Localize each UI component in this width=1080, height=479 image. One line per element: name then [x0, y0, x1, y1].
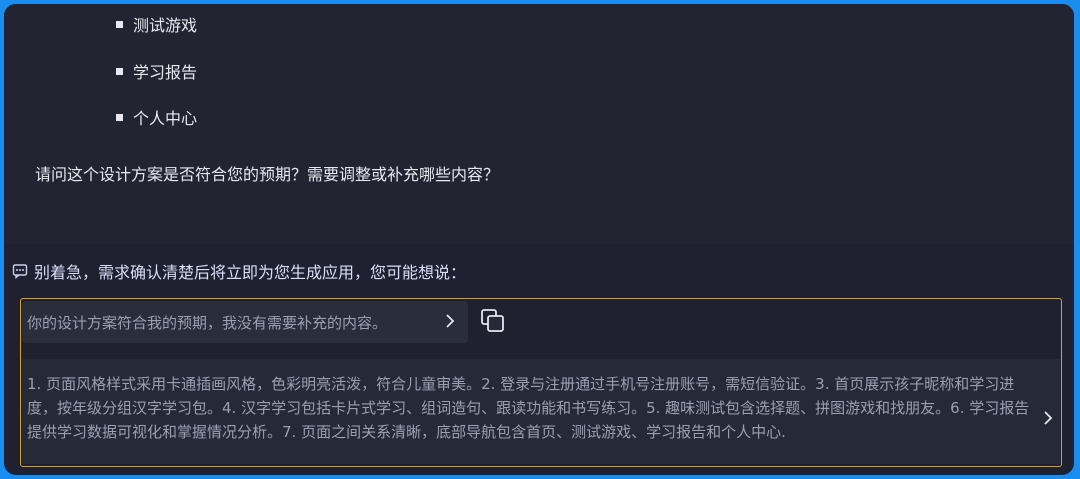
list-item: 个人中心	[116, 105, 197, 129]
chat-message: 测试游戏 学习报告 个人中心 请问这个设计方案是否符合您的预期？需要调整或补充哪…	[4, 4, 1074, 244]
chevron-right-icon	[446, 314, 455, 328]
chevron-right-icon	[1044, 411, 1053, 425]
suggestion-text: 你的设计方案符合我的预期，我没有需要补充的内容。	[27, 313, 388, 332]
app-window: 测试游戏 学习报告 个人中心 请问这个设计方案是否符合您的预期？需要调整或补充哪…	[4, 4, 1074, 475]
list-item: 测试游戏	[116, 12, 197, 36]
bullet-icon	[116, 21, 123, 28]
list-item: 学习报告	[116, 59, 197, 83]
suggestion-item[interactable]: 1. 页面风格样式采用卡通插画风格，色彩明亮活泼，符合儿童审美。2. 登录与注册…	[22, 359, 1060, 464]
chat-bubble-icon	[12, 264, 28, 279]
assistant-question: 请问这个设计方案是否符合您的预期？需要调整或补充哪些内容？	[35, 165, 500, 184]
list-item-text: 个人中心	[133, 109, 198, 128]
copy-icon[interactable]	[479, 307, 507, 335]
suggestions-panel: 你的设计方案符合我的预期，我没有需要补充的内容。 1. 页面风格样式采用卡通插画…	[20, 298, 1062, 467]
suggestion-text: 1. 页面风格样式采用卡通插画风格，色彩明亮活泼，符合儿童审美。2. 登录与注册…	[27, 375, 1030, 441]
suggestion-item[interactable]: 你的设计方案符合我的预期，我没有需要补充的内容。	[22, 301, 468, 343]
list-item-text: 测试游戏	[133, 16, 198, 35]
suggestions-header-text: 别着急，需求确认清楚后将立即为您生成应用，您可能想说：	[34, 263, 467, 282]
bullet-icon	[116, 114, 123, 121]
suggestions-header: 别着急，需求确认清楚后将立即为您生成应用，您可能想说：	[12, 260, 466, 282]
bullet-icon	[116, 68, 123, 75]
list-item-text: 学习报告	[133, 63, 198, 82]
